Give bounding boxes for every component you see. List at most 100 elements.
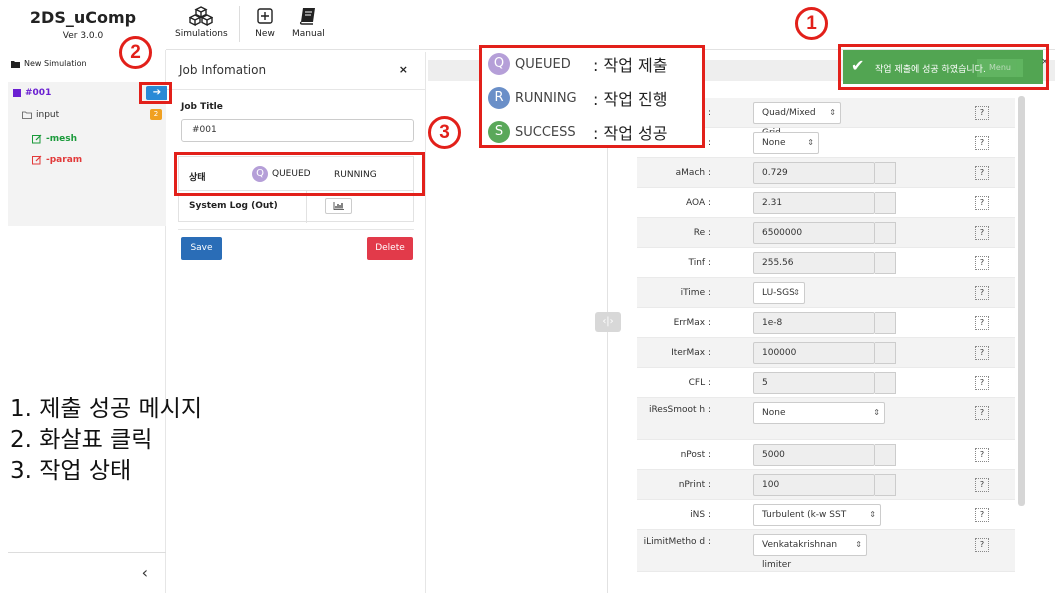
param-input[interactable]: 100000 [753,342,875,364]
job-item[interactable]: #001 [13,88,51,98]
param-value: None [762,408,786,418]
resize-handle-icon: ‹|› [602,316,614,327]
collapse-sidebar-button[interactable]: ‹ [8,552,166,593]
cubes-icon [189,6,214,26]
new-simulation-item[interactable]: New Simulation [11,59,87,68]
help-icon[interactable]: ? [975,106,989,120]
param-label: nPrint : [678,480,711,490]
select-caret-icon: ⇕ [793,288,800,297]
param-row: Tinf : 255.56? [637,248,1015,278]
param-select[interactable]: Venkatakrishnan limiter ⇕ [753,534,867,570]
annotation-notes: 1. 제출 성공 메시지 2. 화살표 클릭 3. 작업 상태 [10,394,202,487]
close-icon[interactable]: × [399,63,408,76]
delete-button[interactable]: Delete [367,237,413,260]
help-icon[interactable]: ? [975,508,989,522]
param-row: iLimitMetho d : Venkatakrishnan limiter ⇕? [637,530,1015,572]
sidebar: New Simulation #001 ➔ input 2 -mesh -par… [0,50,168,593]
param-value: 255.56 [762,258,794,268]
status-legend: Q QUEUED: 작업 제출 R RUNNING: 작업 진행 S SUCCESS: 작… [479,45,705,148]
help-icon[interactable]: ? [975,316,989,330]
param-input[interactable]: 2.31 [753,192,875,214]
help-icon[interactable]: ? [975,406,989,420]
system-log-label: System Log (Out) [189,201,278,211]
chevron-left-icon: ‹ [141,563,148,582]
param-select[interactable]: LU-SGS ⇕ [753,282,805,304]
view-log-button[interactable] [325,198,352,214]
legend-item: S SUCCESS: 작업 성공 [488,120,667,144]
help-icon[interactable]: ? [975,478,989,492]
save-button[interactable]: Save [181,237,222,260]
help-icon[interactable]: ? [975,346,989,360]
param-row: nPost : 5000? [637,440,1015,470]
param-input[interactable]: 0.729 [753,162,875,184]
help-icon[interactable]: ? [975,448,989,462]
param-input[interactable]: 1e-8 [753,312,875,334]
folder-icon [11,60,20,68]
help-icon[interactable]: ? [975,376,989,390]
param-value: 100000 [762,348,797,358]
new-button[interactable]: New [255,6,275,39]
param-input-addon [875,252,896,274]
param-value: 1e-8 [762,318,783,328]
plus-square-icon [257,8,273,24]
mesh-item[interactable]: -mesh [32,134,77,144]
param-select[interactable]: None ⇕ [753,402,885,424]
param-label: Re : [693,228,711,238]
param-input-addon [875,342,896,364]
top-toolbar: Simulations New Manual [166,0,1055,50]
param-select[interactable]: Turbulent (k-w SST model)⇕ [753,504,881,540]
help-icon[interactable]: ? [975,538,989,552]
param-row: nPrint : 100? [637,470,1015,500]
param-value: 6500000 [762,228,803,238]
param-select[interactable]: Quad/Mixed Grid⇕ [753,102,841,138]
job-title-input[interactable]: #001 [181,119,414,142]
note-line: 3. 작업 상태 [10,458,132,484]
job-panel-header: Job Infomation × [167,52,426,90]
param-input[interactable]: 6500000 [753,222,875,244]
scrollbar[interactable] [1018,96,1025,506]
new-label: New [255,29,275,39]
param-input[interactable]: 5000 [753,444,875,466]
param-row: IterMax : 100000? [637,338,1015,368]
param-input[interactable]: 100 [753,474,875,496]
param-value: None [762,138,786,148]
param-select[interactable]: None ⇕ [753,132,819,154]
param-value: Venkatakrishnan limiter [762,540,838,570]
help-icon[interactable]: ? [975,256,989,270]
edit-icon [32,155,42,165]
status-letter-icon: S [488,121,510,143]
folder-outline-icon [22,111,32,119]
job-title-label: Job Title [181,102,223,112]
job-panel-separator [178,229,414,230]
input-count-badge: 2 [150,109,162,120]
param-value: 5000 [762,450,785,460]
legend-status-desc: : 작업 진행 [593,90,668,109]
annotation-number-2: 2 [119,36,152,69]
param-value: 5 [762,378,768,388]
splitter-handle[interactable]: ‹|› [595,312,621,332]
param-label: Tinf : [688,258,712,268]
legend-status-desc: : 작업 제출 [593,56,668,75]
param-label: ErrMax : [673,318,711,328]
mesh-label: -mesh [46,134,77,144]
param-row: iTime : LU-SGS ⇕? [637,278,1015,308]
param-label: CFL : [688,378,711,388]
legend-status-desc: : 작업 성공 [593,124,668,143]
help-icon[interactable]: ? [975,226,989,240]
simulations-button[interactable]: Simulations [175,6,228,39]
input-folder-item[interactable]: input [22,110,59,120]
highlight-box-toast [838,44,1049,90]
job-id-label: #001 [25,88,52,98]
manual-button[interactable]: Manual [292,6,325,39]
param-label: AOA : [686,198,711,208]
help-icon[interactable]: ? [975,196,989,210]
help-icon[interactable]: ? [975,136,989,150]
param-input-addon [875,312,896,334]
param-item[interactable]: -param [32,155,82,165]
param-input[interactable]: 5 [753,372,875,394]
help-icon[interactable]: ? [975,286,989,300]
help-icon[interactable]: ? [975,166,989,180]
param-label: -param [46,155,83,165]
param-value: LU-SGS [762,288,795,298]
param-input[interactable]: 255.56 [753,252,875,274]
